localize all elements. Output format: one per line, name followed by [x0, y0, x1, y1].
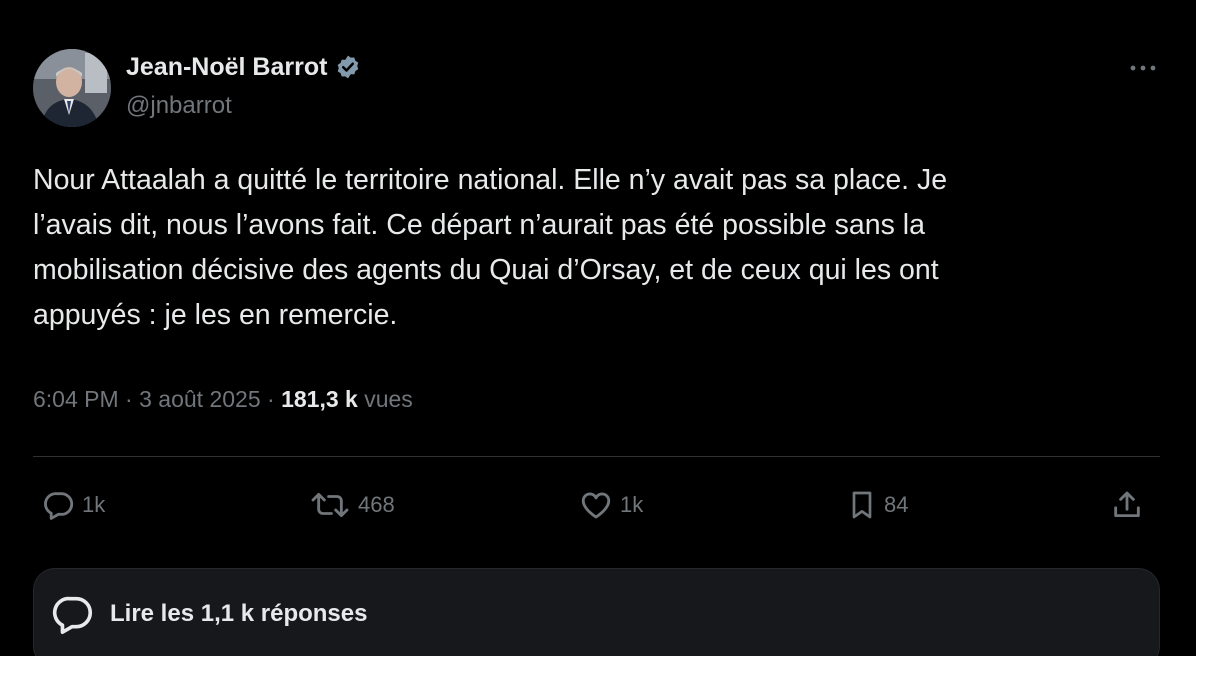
- author-handle[interactable]: @jnbarrot: [126, 92, 232, 120]
- repost-arrows-icon: [311, 492, 349, 518]
- share-button[interactable]: [1110, 488, 1144, 522]
- read-replies-content: Lire les 1,1 k réponses: [50, 591, 367, 637]
- views-count: 181,3 k: [281, 386, 358, 412]
- like-count: 1k: [620, 492, 644, 517]
- bookmark-button[interactable]: 84: [846, 488, 908, 522]
- speech-bubble-icon: [44, 492, 74, 520]
- meta-separator: ·: [125, 386, 133, 412]
- read-replies-label: Lire les 1,1 k réponses: [110, 600, 368, 627]
- tweet-text-line: mobilisation décisive des agents du Quai…: [33, 254, 939, 286]
- author-display-name[interactable]: Jean-Noël Barrot: [126, 53, 327, 82]
- tweet-text-line: Nour Attaalah a quitté le territoire nat…: [33, 164, 948, 196]
- speech-bubble-icon: [52, 596, 92, 635]
- views-label: vues: [364, 386, 413, 412]
- more-horizontal-icon[interactable]: [1124, 56, 1162, 80]
- tweet-screen: Jean-Noël Barrot @jnbarrot Nour Attaalah…: [0, 0, 1196, 656]
- tweet-text: Nour Attaalah a quitté le territoire nat…: [33, 158, 1163, 338]
- tweet-date[interactable]: 3 août 2025: [139, 386, 261, 412]
- share-upload-icon: [1114, 491, 1140, 518]
- bookmark-count: 84: [884, 492, 909, 517]
- divider: [33, 456, 1160, 457]
- tweet-meta: 6:04 PM · 3 août 2025 · 181,3 k vues: [33, 386, 413, 413]
- tweet-text-line: appuyés : je les en remercie.: [33, 299, 398, 331]
- avatar-photo: [33, 49, 111, 127]
- reply-count: 1k: [82, 492, 106, 517]
- verified-badge-icon: [338, 55, 359, 79]
- author-name-row[interactable]: Jean-Noël Barrot: [126, 50, 361, 84]
- repost-count: 468: [358, 492, 395, 517]
- tweet-time[interactable]: 6:04 PM: [33, 386, 119, 412]
- read-replies-button[interactable]: Lire les 1,1 k réponses: [33, 568, 1160, 656]
- reply-button[interactable]: 1k: [42, 488, 105, 522]
- tweet-text-line: l’avais dit, nous l’avons fait. Ce dépar…: [33, 209, 925, 241]
- meta-separator: ·: [267, 386, 275, 412]
- avatar[interactable]: [33, 49, 111, 127]
- repost-button[interactable]: 468: [308, 488, 395, 522]
- like-button[interactable]: 1k: [578, 488, 643, 522]
- heart-icon: [581, 492, 611, 519]
- bookmark-icon: [852, 491, 872, 519]
